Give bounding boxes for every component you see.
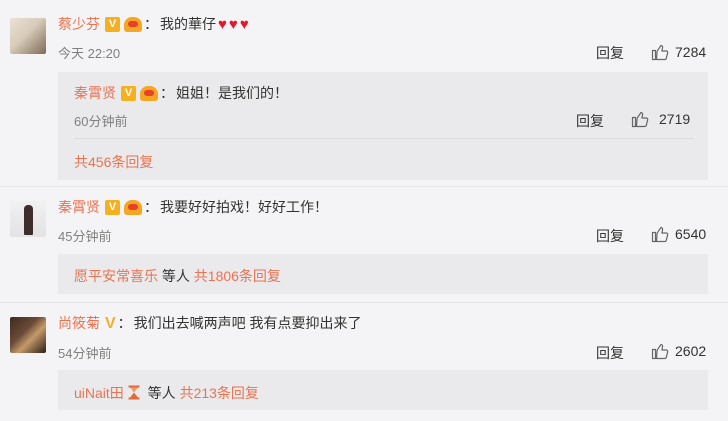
reply-text: 姐姐！是我们的！ [176,85,288,101]
verified-v-icon: V [105,199,120,215]
reply-button[interactable]: 回复 [596,43,624,63]
reply-button[interactable]: 回复 [596,226,624,246]
username-link[interactable]: 秦霄贤 [74,83,116,103]
more-replies-link[interactable]: 共1806条回复 [194,268,281,284]
timestamp: 60分钟前 [74,114,128,129]
thumb-up-icon[interactable] [631,110,649,128]
reply-button[interactable]: 回复 [596,343,624,363]
comment-text: 我的華仔 [160,16,216,32]
more-replies-row: uiNait田 等人 共213条回复 [74,383,259,403]
verified-v-icon: V [105,314,116,332]
more-replies-link[interactable]: 共456条回复 [74,152,153,172]
comment-header: 秦霄贤 V ： 我要好好拍戏！好好工作！ [58,196,328,218]
more-replies-row: 愿平安常喜乐 等人 共1806条回复 [74,266,281,286]
thumb-up-icon[interactable] [651,342,669,360]
like-count: 2602 [675,343,707,359]
comment-item: 尚筱菊 V ： 我们出去喊两声吧 我有点要抑出来了 54分钟前 回复 2602 … [0,302,728,421]
like-count: 6540 [675,226,707,242]
heart-icon: ♥ [218,15,227,33]
comment-header: 尚筱菊 V ： 我们出去喊两声吧 我有点要抑出来了 [58,312,362,334]
reply-user-link[interactable]: uiNait田 [74,385,124,401]
comment-text: 我要好好拍戏！好好工作！ [160,199,328,215]
username-link[interactable]: 蔡少芬 [58,14,100,34]
heart-icon: ♥ [239,15,249,33]
verified-v-icon: V [105,16,120,32]
others-label: 等人 [158,268,194,284]
member-crown-icon [124,199,142,215]
reply-header: 秦霄贤 V ： 姐姐！是我们的！ [74,82,288,104]
timestamp: 54分钟前 [58,346,112,361]
thumb-up-icon[interactable] [651,225,669,243]
username-link[interactable]: 秦霄贤 [58,197,100,217]
comment-header: 蔡少芬 V ： 我的華仔 ♥ ♥ ♥ [58,13,249,35]
more-replies-link[interactable]: 共213条回复 [180,385,259,401]
avatar[interactable] [10,18,46,54]
member-crown-icon [124,16,142,32]
reply-user-link[interactable]: 愿平安常喜乐 [74,268,158,284]
divider [74,138,694,139]
verified-v-icon: V [121,85,136,101]
comment-item: 蔡少芬 V ： 我的華仔 ♥ ♥ ♥ 今天 22:20 回复 7284 秦霄贤 … [0,0,728,182]
colon: ： [160,85,174,101]
colon: ： [144,16,158,32]
avatar[interactable] [10,317,46,353]
member-crown-icon [140,85,158,101]
avatar[interactable] [10,201,46,237]
comment-text: 我们出去喊两声吧 我有点要抑出来了 [133,315,362,331]
colon: ： [117,315,132,331]
heart-icon: ♥ [228,15,238,33]
username-link[interactable]: 尚筱菊 [58,313,100,333]
like-count: 2719 [659,111,691,127]
reply-button[interactable]: 回复 [576,111,604,131]
others-label: 等人 [143,385,180,401]
hourglass-icon [128,385,140,400]
comment-item: 秦霄贤 V ： 我要好好拍戏！好好工作！ 45分钟前 回复 6540 愿平安常喜… [0,186,728,300]
timestamp: 今天 22:20 [58,46,121,61]
like-count: 7284 [675,44,707,60]
colon: ： [144,199,158,215]
timestamp: 45分钟前 [58,229,112,244]
thumb-up-icon[interactable] [651,43,669,61]
